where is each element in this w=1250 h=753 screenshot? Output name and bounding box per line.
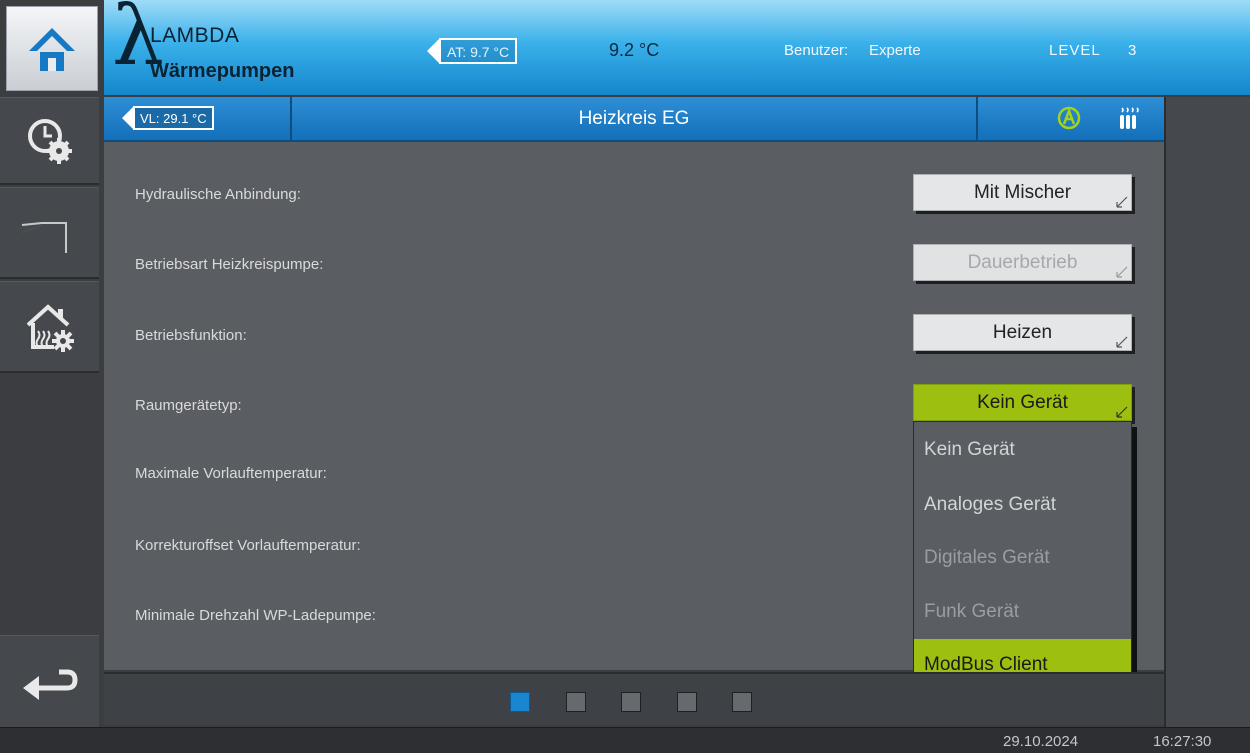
page-indicator-bar bbox=[104, 672, 1164, 725]
select-value: Dauerbetrieb bbox=[967, 252, 1078, 273]
page-dot-2[interactable] bbox=[566, 692, 586, 712]
lambda-logo: λ LAMBDA Wärmepumpen bbox=[112, 0, 362, 92]
page-dot-3[interactable] bbox=[621, 692, 641, 712]
page-dot-1[interactable] bbox=[510, 692, 530, 712]
sidebar-item-curve[interactable] bbox=[0, 187, 99, 279]
setting-label-hydraulic: Hydraulische Anbindung: bbox=[135, 186, 301, 203]
setting-label-flow-temp-offset: Korrekturoffset Vorlauftemperatur: bbox=[135, 537, 361, 554]
page-dot-5[interactable] bbox=[732, 692, 752, 712]
back-arrow-icon bbox=[22, 669, 78, 700]
select-value: Heizen bbox=[992, 322, 1053, 343]
date-display: 29.10.2024 bbox=[1003, 733, 1079, 750]
home-button[interactable] bbox=[6, 6, 98, 91]
right-panel-strip bbox=[1164, 97, 1250, 727]
page-titlebar: VL: 29.1 °C Heizkreis EG bbox=[104, 97, 1164, 142]
brand-subtitle: Wärmepumpen bbox=[150, 60, 295, 82]
edit-corner-icon bbox=[1116, 196, 1128, 208]
setting-label-room-device-type: Raumgerätetyp: bbox=[135, 397, 242, 414]
setting-label-pump-mode: Betriebsart Heizkreispumpe: bbox=[135, 256, 324, 273]
brand-name: LAMBDA bbox=[150, 24, 240, 47]
edit-corner-icon bbox=[1116, 266, 1128, 278]
clock-gear-icon bbox=[27, 118, 72, 164]
page-title: Heizkreis EG bbox=[578, 108, 690, 129]
page-dot-4[interactable] bbox=[677, 692, 697, 712]
sidebar-item-back[interactable] bbox=[0, 635, 99, 727]
room-device-type-dropdown[interactable]: Kein Gerät Analoges Gerät Digitales Gerä… bbox=[913, 421, 1132, 692]
pump-mode-select-button: Dauerbetrieb bbox=[913, 244, 1132, 281]
sidebar bbox=[0, 97, 99, 727]
sidebar-item-house-settings[interactable] bbox=[0, 281, 99, 373]
user-label: Benutzer: bbox=[784, 42, 849, 59]
time-display: 16:27:30 bbox=[1153, 733, 1212, 750]
titlebar-divider bbox=[976, 97, 978, 140]
outdoor-temp-label: AT: 9.7 °C bbox=[439, 38, 518, 64]
sidebar-item-schedule[interactable] bbox=[0, 97, 99, 185]
hydraulic-select-button[interactable]: Mit Mischer bbox=[913, 174, 1132, 211]
setting-label-operating-function: Betriebsfunktion: bbox=[135, 327, 247, 344]
triangle-left-icon bbox=[427, 39, 439, 63]
setting-label-min-pump-speed: Minimale Drehzahl WP-Ladepumpe: bbox=[135, 607, 376, 624]
select-value: Kein Gerät bbox=[977, 392, 1068, 413]
user-value[interactable]: Experte bbox=[869, 42, 921, 59]
radiator-icon[interactable] bbox=[1118, 106, 1140, 130]
home-icon bbox=[29, 27, 75, 71]
outdoor-temp-value: 9.2 °C bbox=[609, 40, 660, 60]
dropdown-option-funk-geraet: Funk Gerät bbox=[924, 601, 1020, 622]
level-value: 3 bbox=[1128, 42, 1137, 59]
select-value: Mit Mischer bbox=[973, 182, 1072, 203]
dropdown-option-kein-geraet[interactable]: Kein Gerät bbox=[914, 424, 1131, 476]
operating-function-select-button[interactable]: Heizen bbox=[913, 314, 1132, 351]
room-device-type-select-button[interactable]: Kein Gerät bbox=[913, 384, 1132, 421]
status-footer: 29.10.2024 16:27:30 bbox=[0, 727, 1250, 753]
level-label: LEVEL bbox=[1049, 42, 1101, 59]
step-curve-icon bbox=[21, 221, 67, 253]
auto-mode-icon[interactable] bbox=[1057, 106, 1081, 130]
dropdown-option-digitales-geraet: Digitales Gerät bbox=[924, 547, 1050, 568]
edit-corner-icon bbox=[1116, 406, 1128, 418]
outdoor-temp-indicator[interactable]: AT: 9.7 °C bbox=[427, 38, 518, 64]
dropdown-option-analoges-geraet[interactable]: Analoges Gerät bbox=[914, 479, 1131, 531]
edit-corner-icon bbox=[1116, 336, 1128, 348]
setting-label-max-flow-temp: Maximale Vorlauftemperatur: bbox=[135, 465, 327, 482]
house-heating-gear-icon bbox=[26, 303, 74, 352]
top-header: λ LAMBDA Wärmepumpen AT: 9.7 °C 9.2 °C B… bbox=[104, 0, 1250, 95]
